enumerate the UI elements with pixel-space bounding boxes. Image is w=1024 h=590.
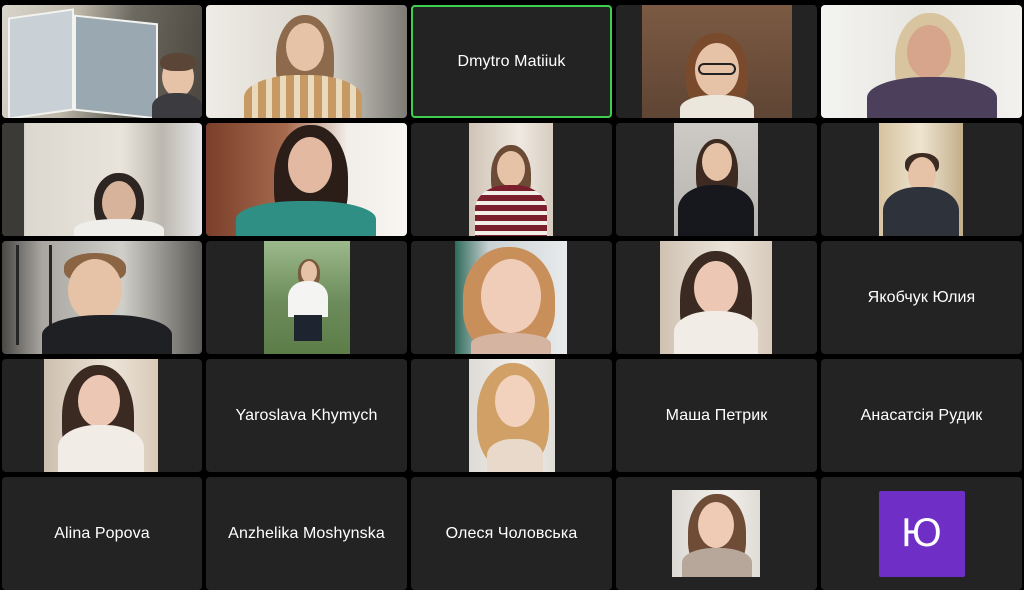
participant-tile[interactable]: Анасатсія Рудик xyxy=(821,359,1022,472)
video-feed xyxy=(2,241,202,354)
participant-tile[interactable] xyxy=(616,5,817,118)
participant-tile[interactable] xyxy=(2,5,202,118)
video-feed xyxy=(2,5,202,118)
participant-name: Олеся Чоловська xyxy=(445,524,578,542)
video-feed xyxy=(206,5,407,118)
participant-tile[interactable] xyxy=(206,123,407,236)
participant-tile[interactable]: Ю xyxy=(821,477,1022,590)
video-feed xyxy=(660,241,772,354)
video-feed xyxy=(206,123,407,236)
gallery-view: Dmytro Matiiuk Якобчук Юлия Yaroslava Kh… xyxy=(0,0,1024,590)
video-feed xyxy=(672,490,760,577)
video-feed xyxy=(44,359,158,472)
video-feed xyxy=(879,123,963,236)
video-feed xyxy=(469,359,555,472)
participant-tile[interactable] xyxy=(616,241,817,354)
avatar: Ю xyxy=(878,490,965,577)
participant-tile-active[interactable]: Dmytro Matiiuk xyxy=(411,5,612,118)
participant-name: Якобчук Юлия xyxy=(867,288,976,306)
participant-name: Yaroslava Khymych xyxy=(235,406,378,424)
participant-name: Анасатсія Рудик xyxy=(860,406,983,424)
participant-tile[interactable] xyxy=(2,123,202,236)
participant-tile[interactable] xyxy=(411,123,612,236)
video-feed xyxy=(642,5,792,118)
participant-name: Anzhelika Moshynska xyxy=(228,524,385,542)
participant-tile[interactable]: Маша Петрик xyxy=(616,359,817,472)
participant-name: Dmytro Matiiuk xyxy=(457,52,566,70)
participant-tile[interactable]: Anzhelika Moshynska xyxy=(206,477,407,590)
participant-tile[interactable] xyxy=(821,5,1022,118)
participant-name: Маша Петрик xyxy=(665,406,768,424)
participant-tile[interactable] xyxy=(206,241,407,354)
participant-name: Alina Popova xyxy=(54,524,150,542)
video-feed xyxy=(455,241,567,354)
participant-tile[interactable] xyxy=(206,5,407,118)
participant-tile[interactable] xyxy=(616,477,817,590)
participant-tile[interactable]: Yaroslava Khymych xyxy=(206,359,407,472)
video-feed xyxy=(821,5,1022,118)
video-feed xyxy=(674,123,758,236)
participant-tile[interactable]: Олеся Чоловська xyxy=(411,477,612,590)
participant-tile[interactable] xyxy=(2,359,202,472)
participant-tile[interactable] xyxy=(616,123,817,236)
video-feed xyxy=(469,123,553,236)
participant-tile[interactable]: Alina Popova xyxy=(2,477,202,590)
participant-tile[interactable] xyxy=(2,241,202,354)
video-feed xyxy=(264,241,350,354)
participant-tile[interactable]: Якобчук Юлия xyxy=(821,241,1022,354)
participant-tile[interactable] xyxy=(411,359,612,472)
participant-tile[interactable] xyxy=(821,123,1022,236)
video-feed xyxy=(2,123,202,236)
participant-tile[interactable] xyxy=(411,241,612,354)
